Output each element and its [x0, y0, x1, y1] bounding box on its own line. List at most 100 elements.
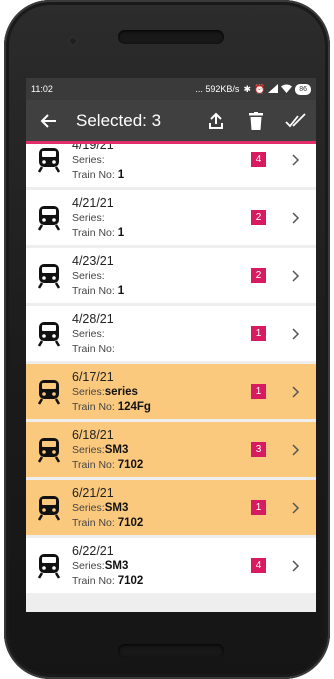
train-label: Train No:	[72, 168, 115, 181]
trip-list-content: 4/19/21 Series: Train No: 1 4 4/21/21 Se…	[26, 144, 316, 596]
train-icon	[26, 437, 72, 463]
list-item[interactable]: 4/23/21 Series: Train No: 1 2	[26, 248, 316, 303]
status-bar: 11:02 ... 592KB/s ✱ ⏰ 86	[26, 78, 316, 100]
series-label: Series:	[72, 443, 105, 456]
bottom-speaker	[118, 644, 224, 658]
train-label: Train No:	[72, 400, 115, 413]
list-item[interactable]: 6/18/21 Series:SM3 Train No: 7102 3	[26, 422, 316, 477]
back-button[interactable]	[26, 99, 72, 143]
train-label: Train No:	[72, 574, 115, 587]
train-value: 7102	[117, 516, 144, 529]
trip-date: 6/17/21	[72, 369, 114, 384]
train-icon	[26, 147, 72, 173]
series-label: Series:	[72, 385, 105, 398]
screen: 11:02 ... 592KB/s ✱ ⏰ 86 Selected: 3 4/1…	[26, 78, 316, 612]
series-label: Series:	[72, 327, 105, 340]
series-line: Series:SM3	[72, 559, 251, 574]
train-value: 7102	[117, 458, 144, 471]
count-badge: 4	[251, 558, 266, 573]
train-label: Train No:	[72, 516, 115, 529]
delete-button[interactable]	[236, 99, 276, 143]
train-value: 124Fg	[117, 400, 151, 413]
chevron-right-icon[interactable]	[286, 327, 306, 340]
phone-frame: 11:02 ... 592KB/s ✱ ⏰ 86 Selected: 3 4/1…	[4, 0, 330, 679]
battery-icon: 86	[295, 83, 311, 95]
train-label: Train No:	[72, 342, 115, 355]
list-item[interactable]: 6/22/21 Series:SM3 Train No: 7102 4	[26, 538, 316, 593]
trip-date: 4/28/21	[72, 311, 114, 326]
series-label: Series:	[72, 501, 105, 514]
wifi-icon	[281, 84, 293, 95]
count-badge: 1	[251, 326, 266, 341]
series-value: SM3	[104, 443, 129, 456]
list-item[interactable]: 4/21/21 Series: Train No: 1 2	[26, 190, 316, 245]
network-speed: ... 592KB/s	[195, 84, 240, 94]
series-line: Series:SM3	[72, 443, 251, 458]
list-item[interactable]: 4/19/21 Series: Train No: 1 4	[26, 144, 316, 187]
series-label: Series:	[72, 153, 105, 166]
train-label: Train No:	[72, 458, 115, 471]
trip-date: 4/19/21	[72, 144, 114, 152]
train-value: 1	[117, 284, 125, 297]
app-toolbar: Selected: 3	[26, 100, 316, 144]
double-check-icon	[285, 112, 306, 127]
row-text: 4/21/21 Series: Train No: 1	[72, 195, 251, 241]
chevron-right-icon[interactable]	[286, 559, 306, 572]
series-line: Series:	[72, 153, 251, 168]
count-badge: 1	[251, 384, 266, 399]
trip-date: 6/22/21	[72, 543, 114, 558]
trip-date: 6/18/21	[72, 427, 114, 442]
trip-date: 4/23/21	[72, 253, 114, 268]
bluetooth-icon: ✱	[243, 83, 251, 94]
row-text: 4/19/21 Series: Train No: 1	[72, 144, 251, 183]
trash-icon	[249, 111, 263, 130]
status-right: ... 592KB/s ✱ ⏰ 86	[195, 83, 311, 95]
series-line: Series:series	[72, 385, 251, 400]
train-line: Train No: 124Fg	[72, 400, 251, 415]
series-line: Series:	[72, 269, 251, 284]
train-line: Train No:	[72, 342, 251, 357]
alarm-icon: ⏰	[253, 83, 266, 94]
series-value: SM3	[104, 501, 129, 514]
chevron-right-icon[interactable]	[286, 443, 306, 456]
series-value: SM3	[104, 559, 129, 572]
chevron-right-icon[interactable]	[286, 269, 306, 282]
train-line: Train No: 1	[72, 284, 251, 299]
list-item[interactable]: 6/21/21 Series:SM3 Train No: 7102 1	[26, 480, 316, 535]
series-line: Series:	[72, 327, 251, 342]
chevron-right-icon[interactable]	[286, 385, 306, 398]
train-value: 1	[117, 168, 125, 181]
row-text: 6/17/21 Series:series Train No: 124Fg	[72, 369, 251, 415]
train-value: 7102	[117, 574, 144, 587]
row-text: 6/21/21 Series:SM3 Train No: 7102	[72, 485, 251, 531]
page-title: Selected: 3	[76, 110, 162, 130]
series-value: series	[104, 385, 138, 398]
trip-date: 6/21/21	[72, 485, 114, 500]
chevron-right-icon[interactable]	[286, 501, 306, 514]
select-all-button[interactable]	[276, 99, 316, 143]
train-icon	[26, 263, 72, 289]
chevron-right-icon[interactable]	[286, 211, 306, 224]
train-line: Train No: 7102	[72, 458, 251, 473]
trip-list[interactable]: 4/19/21 Series: Train No: 1 4 4/21/21 Se…	[26, 144, 316, 612]
train-line: Train No: 7102	[72, 516, 251, 531]
train-icon	[26, 379, 72, 405]
series-line: Series:	[72, 211, 251, 226]
count-badge: 2	[251, 268, 266, 283]
train-label: Train No:	[72, 226, 115, 239]
list-item[interactable]: 6/17/21 Series:series Train No: 124Fg 1	[26, 364, 316, 419]
row-text: 4/28/21 Series: Train No:	[72, 311, 251, 357]
count-badge: 3	[251, 442, 266, 457]
count-badge: 4	[251, 152, 266, 167]
row-text: 6/18/21 Series:SM3 Train No: 7102	[72, 427, 251, 473]
signal-icon	[268, 83, 279, 95]
row-text: 4/23/21 Series: Train No: 1	[72, 253, 251, 299]
arrow-left-icon	[40, 113, 56, 128]
chevron-right-icon[interactable]	[286, 153, 306, 166]
series-label: Series:	[72, 269, 105, 282]
list-item[interactable]: 4/28/21 Series: Train No: 1	[26, 306, 316, 361]
share-button[interactable]	[196, 99, 236, 143]
count-badge: 2	[251, 210, 266, 225]
train-value: 1	[117, 226, 125, 239]
train-icon	[26, 495, 72, 521]
